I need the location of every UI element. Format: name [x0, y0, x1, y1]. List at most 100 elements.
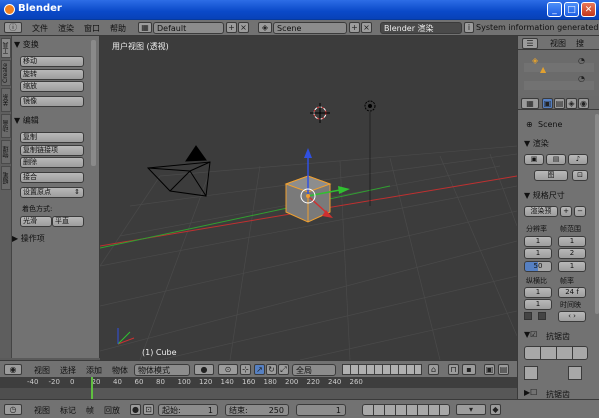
aa-panel-toggle-icon[interactable]: ▼☑ — [524, 330, 537, 339]
shading-mode-icon[interactable]: ● — [194, 364, 214, 375]
motion-blur-panel-header[interactable]: 抗锯齿 — [546, 389, 570, 400]
menu-select[interactable]: 选择 — [60, 365, 76, 376]
orientation-selector[interactable]: 全局 — [292, 364, 336, 376]
aspect-x-field[interactable]: 1 — [524, 287, 552, 298]
menu-file[interactable]: 文件 — [32, 23, 48, 34]
add-layout-icon[interactable]: + — [226, 22, 237, 33]
keying-icon[interactable]: ◆ — [490, 404, 501, 415]
end-frame-field[interactable]: 结束: 250 — [225, 404, 289, 416]
render-audio-button[interactable]: ♪ — [568, 154, 588, 165]
remove-scene-icon[interactable]: × — [361, 22, 372, 33]
preset-selector[interactable]: 渲染预 — [524, 206, 558, 217]
add-preset-icon[interactable]: + — [560, 206, 572, 217]
maximize-button[interactable]: □ — [564, 2, 579, 17]
antialiasing-panel-header[interactable]: 抗锯齿 — [546, 331, 570, 342]
snap-icon[interactable]: ⊓ — [448, 364, 459, 375]
render-visibility-icon[interactable]: ◔ — [578, 74, 585, 83]
outliner-menu-search[interactable]: 搜 — [576, 38, 584, 49]
snap-element-icon[interactable]: ▪ — [462, 364, 476, 375]
delete-button[interactable]: 删除 — [20, 157, 84, 168]
menu-window[interactable]: 窗口 — [84, 23, 100, 34]
manipulator-toggle-icon[interactable]: ⊹ — [240, 364, 251, 375]
aa-filter-field[interactable] — [524, 366, 538, 380]
frame-step-field[interactable]: 1 — [558, 261, 586, 272]
frame-end-field[interactable]: 2 — [558, 248, 586, 259]
shade-smooth-button[interactable]: 光滑 — [20, 216, 52, 227]
tab-relations[interactable]: 关系 — [1, 88, 11, 112]
resolution-x-field[interactable]: 1 — [524, 236, 552, 247]
move-button[interactable]: 移动 — [20, 56, 84, 67]
view3d-editor-icon[interactable]: ◉ — [4, 364, 22, 375]
layer-buttons[interactable] — [342, 364, 422, 375]
lock-icon[interactable]: ⌂ — [428, 364, 439, 375]
timeline-menu-playback[interactable]: 回放 — [104, 405, 120, 416]
rotate-icon[interactable]: ↻ — [266, 364, 277, 375]
dimensions-panel-header[interactable]: ▼ 规格尺寸 — [524, 190, 565, 201]
playback-controls[interactable] — [362, 404, 450, 416]
resolution-y-field[interactable]: 1 — [524, 248, 552, 259]
timeline-menu-frame[interactable]: 帧 — [86, 405, 94, 416]
edit-panel-header[interactable]: ▼ 编辑 — [14, 115, 94, 126]
minimize-button[interactable]: _ — [547, 2, 562, 17]
scale-icon[interactable]: ⤢ — [278, 364, 289, 375]
world-tab-icon[interactable]: ◉ — [578, 98, 589, 109]
properties-editor-icon[interactable]: ▦ — [521, 98, 539, 109]
shade-flat-button[interactable]: 平直 — [52, 216, 84, 227]
crop-checkbox[interactable] — [538, 312, 546, 320]
layers-tab-icon[interactable]: ▤ — [554, 98, 565, 109]
menu-object[interactable]: 物体 — [112, 365, 128, 376]
pivot-icon[interactable]: ⊙ — [218, 364, 238, 375]
current-frame-field[interactable]: 1 — [296, 404, 346, 416]
render-panel-header[interactable]: ▼ 渲染 — [524, 138, 549, 149]
fps-selector[interactable]: 24 f — [558, 287, 586, 298]
scale-button[interactable]: 缩放 — [20, 81, 84, 92]
translate-icon[interactable]: ↗ — [254, 364, 265, 375]
transform-panel-header[interactable]: ▼ 变换 — [14, 39, 94, 50]
menu-help[interactable]: 帮助 — [110, 23, 126, 34]
layout-selector[interactable]: Default — [153, 22, 224, 34]
timeline-ruler[interactable]: -40 -20 0 20 40 60 80 100 120 140 160 180 200 220 240 2… — [0, 377, 517, 399]
timeline-menu-marker[interactable]: 标记 — [60, 405, 76, 416]
remove-layout-icon[interactable]: × — [238, 22, 249, 33]
record-icon[interactable]: ● — [130, 404, 141, 415]
join-button[interactable]: 接合 — [20, 172, 84, 183]
render-engine-selector[interactable]: Blender 渲染 — [380, 22, 462, 34]
duplicate-button[interactable]: 复制 — [20, 132, 84, 143]
visibility-icon[interactable]: ◔ — [578, 56, 585, 65]
scene-icon[interactable]: ◈ — [258, 22, 272, 33]
tab-animation[interactable]: 动画 — [1, 114, 11, 138]
mode-selector[interactable]: 物体模式 — [134, 364, 190, 376]
motion-blur-toggle-icon[interactable]: ▶☐ — [524, 388, 537, 397]
border-checkbox[interactable] — [524, 312, 532, 320]
editor-type-icon[interactable]: ⓘ — [4, 22, 22, 33]
aa-samples-selector[interactable] — [524, 346, 588, 360]
menu-render[interactable]: 渲染 — [58, 23, 74, 34]
tab-grease-pencil[interactable]: 蜡笔 — [1, 166, 11, 190]
tab-tools[interactable]: 工具 — [1, 38, 11, 58]
menu-view[interactable]: 视图 — [34, 365, 50, 376]
camera-object[interactable] — [146, 145, 211, 197]
sync-icon[interactable]: ▾ — [456, 404, 486, 415]
render-image-button[interactable]: ▣ — [524, 154, 544, 165]
3d-cursor-icon[interactable] — [310, 103, 330, 123]
scene-tab-icon[interactable]: ◈ — [566, 98, 577, 109]
remove-preset-icon[interactable]: − — [574, 206, 586, 217]
render-tab-icon[interactable]: ▣ — [542, 98, 553, 109]
outliner-menu-view[interactable]: 视图 — [550, 38, 566, 49]
frame-start-field[interactable]: 1 — [558, 236, 586, 247]
display-mode-selector[interactable]: 图 — [534, 170, 568, 181]
scene-selector[interactable]: Scene — [273, 22, 347, 34]
aspect-y-field[interactable]: 1 — [524, 299, 552, 310]
tab-create[interactable]: Create — [1, 60, 11, 86]
3d-viewport[interactable]: 用户视图 (透视) (1) Cube — [100, 36, 517, 360]
outliner-editor-icon[interactable]: ☰ — [522, 38, 538, 49]
close-button[interactable]: ✕ — [581, 2, 596, 17]
operator-panel-header[interactable]: ▶ 操作项 — [12, 233, 92, 244]
tab-physics[interactable]: 物理 — [1, 140, 11, 164]
aa-size-field[interactable] — [568, 366, 582, 380]
menu-add[interactable]: 添加 — [86, 365, 102, 376]
lock-interface-icon[interactable]: ⊡ — [572, 170, 588, 181]
resolution-percent-slider[interactable]: 50 — [524, 261, 552, 272]
rotate-button[interactable]: 旋转 — [20, 69, 84, 80]
shelf-scrollbar[interactable] — [91, 40, 96, 166]
